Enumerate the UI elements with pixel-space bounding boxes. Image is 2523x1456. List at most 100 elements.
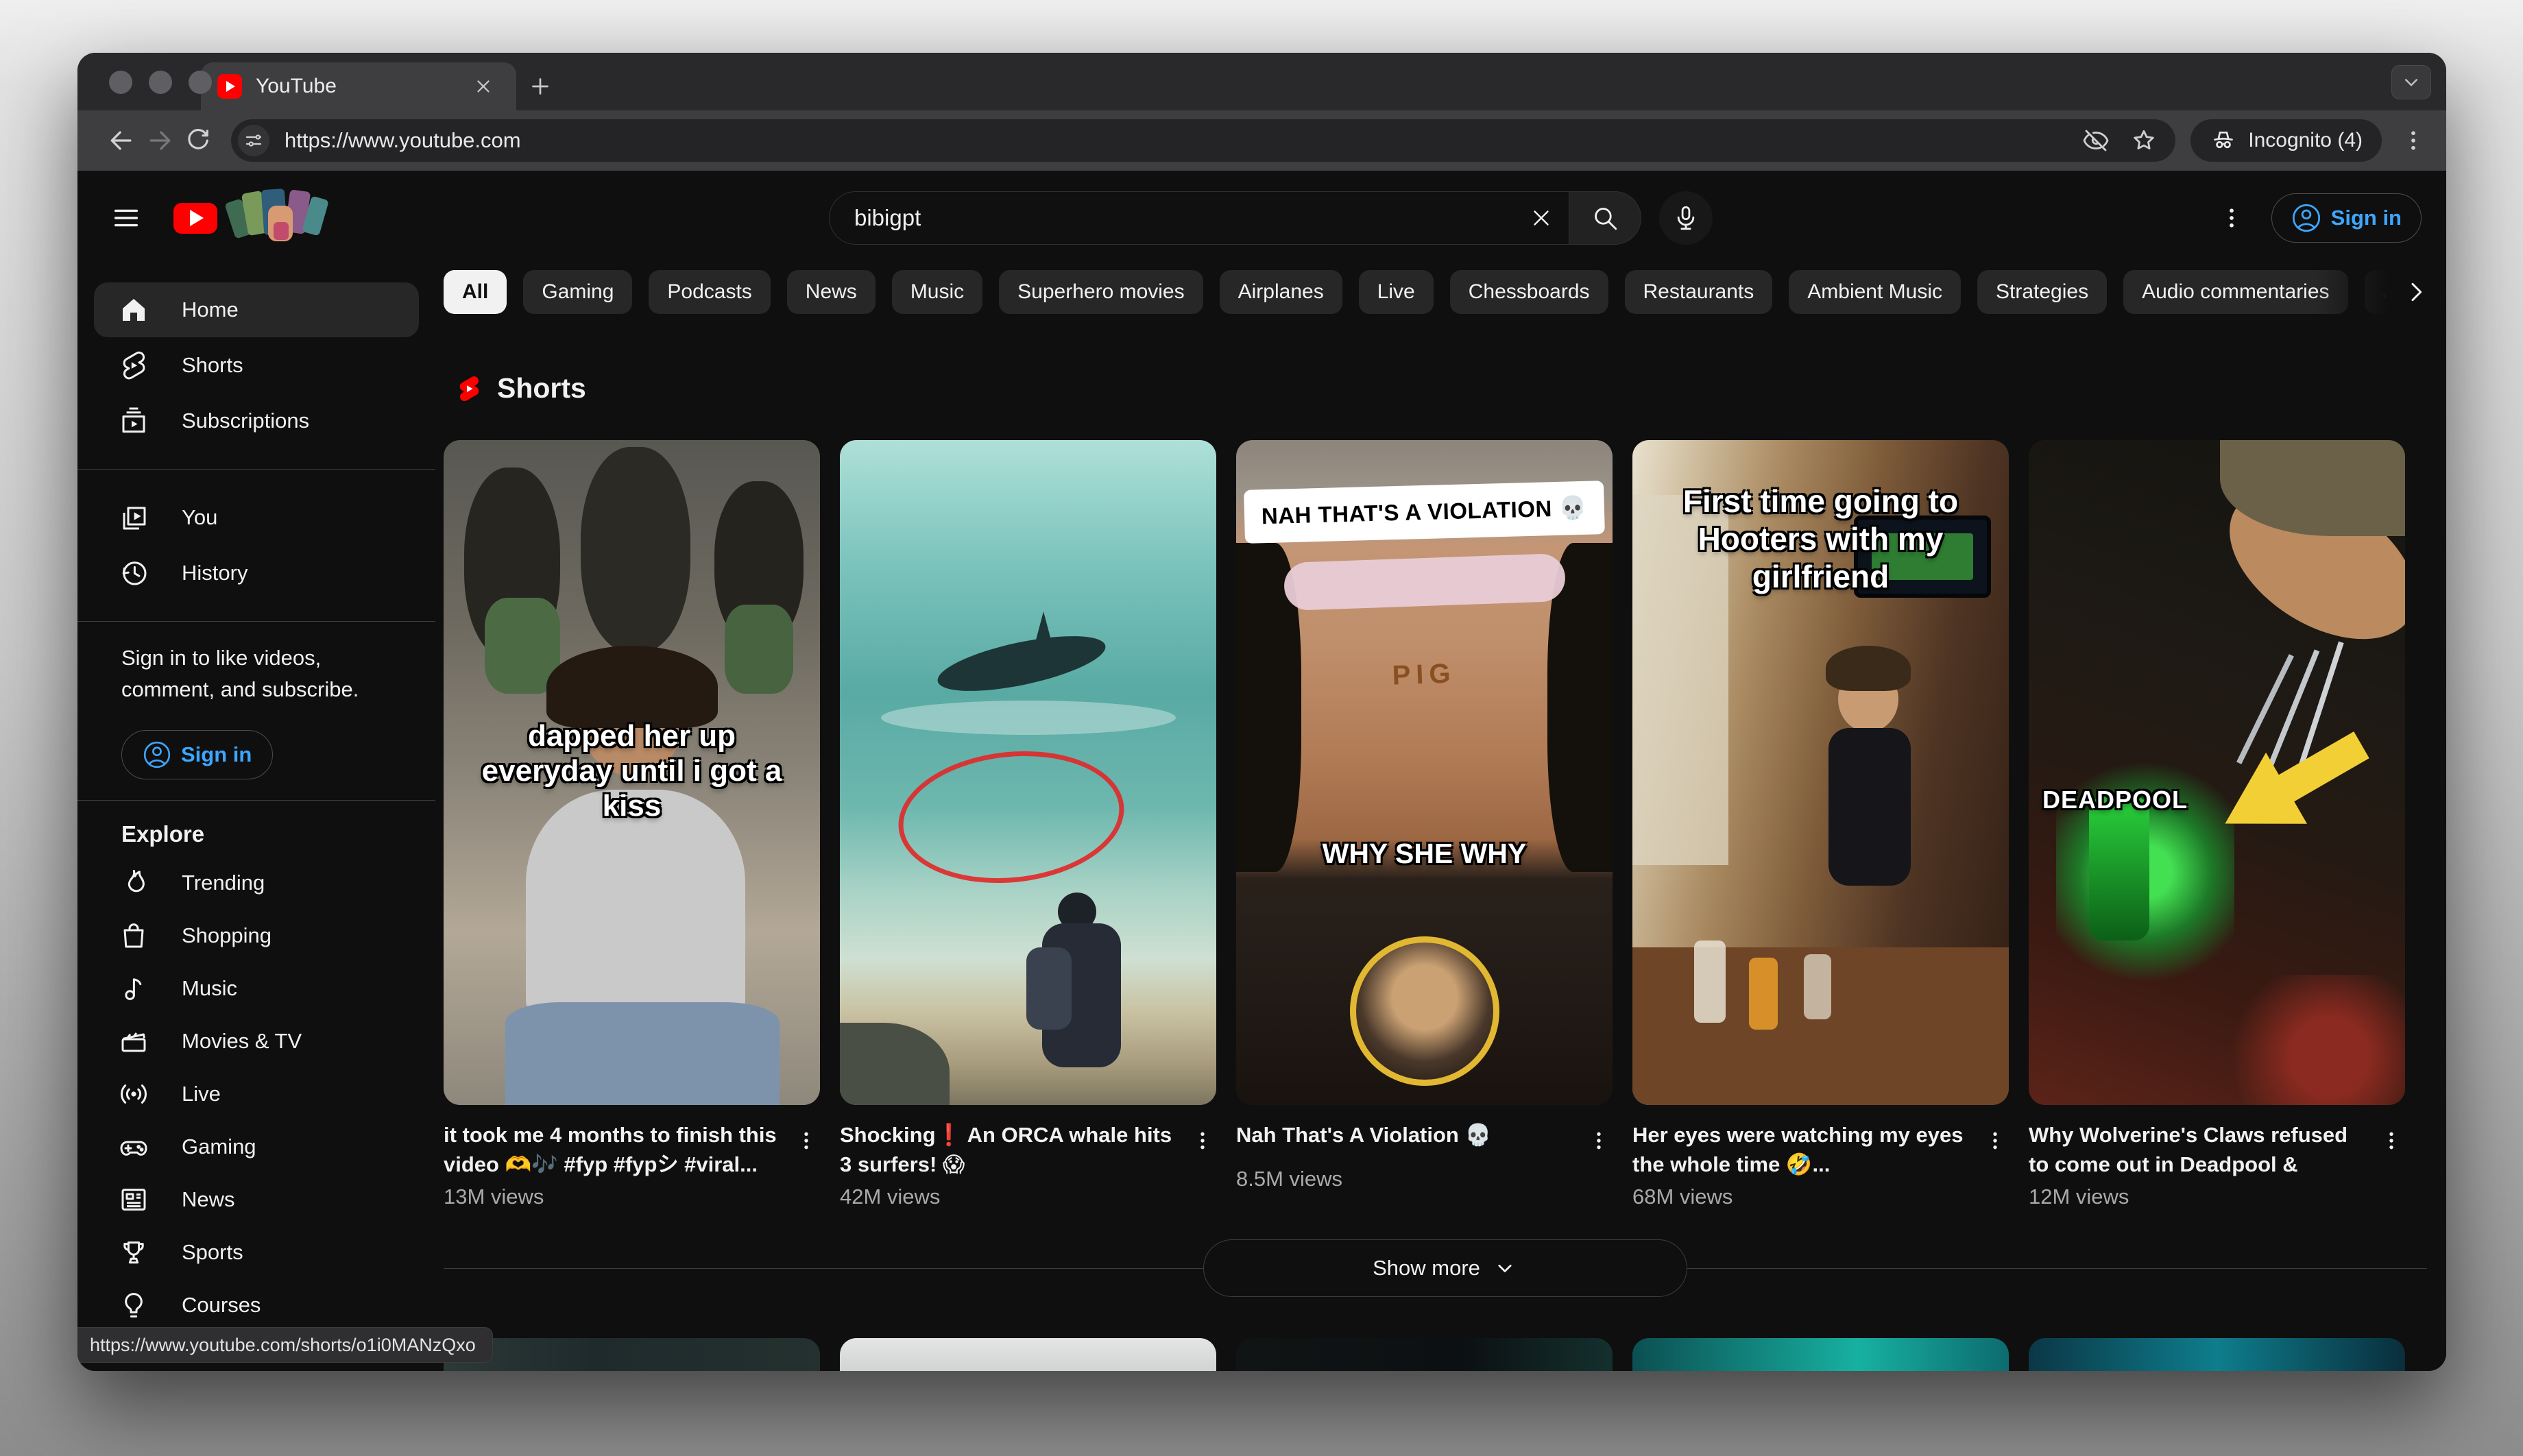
- video-title[interactable]: it took me 4 months to finish this video…: [444, 1120, 793, 1179]
- chip-audio-commentaries[interactable]: Audio commentaries: [2123, 270, 2347, 314]
- sidebar-item-news[interactable]: News: [94, 1174, 419, 1226]
- preview-disabled-eye-icon[interactable]: [2081, 125, 2111, 156]
- incognito-label: Incognito (4): [2248, 129, 2363, 152]
- sidebar-item-shopping[interactable]: Shopping: [94, 910, 419, 962]
- video-title[interactable]: Nah That's A Violation 💀: [1236, 1120, 1585, 1161]
- sidebar-item-sports[interactable]: Sports: [94, 1226, 419, 1278]
- sidebar-item-history[interactable]: History: [94, 546, 419, 600]
- header-sign-in-button[interactable]: Sign in: [2271, 193, 2422, 243]
- address-bar[interactable]: https://www.youtube.com: [231, 119, 2175, 162]
- chip-news[interactable]: News: [787, 270, 876, 314]
- shorts-thumbnail-5[interactable]: DEADPOOL: [2029, 440, 2405, 1105]
- tab-bar: YouTube: [77, 53, 2446, 110]
- shorts-thumbnail-9[interactable]: [1632, 1338, 2009, 1371]
- video-menu-kebab-icon[interactable]: [1189, 1120, 1216, 1161]
- search-field[interactable]: [829, 191, 1569, 245]
- video-title[interactable]: Why Wolverine's Claws refused to come ou…: [2029, 1120, 2378, 1179]
- chips-scroll-right-chevron-icon[interactable]: [2397, 273, 2435, 311]
- video-menu-kebab-icon[interactable]: [1981, 1120, 2009, 1161]
- back-icon[interactable]: [102, 121, 141, 160]
- browser-tab[interactable]: YouTube: [201, 62, 516, 110]
- sidebar-item-home[interactable]: Home: [94, 282, 419, 337]
- tab-search-chevron-icon[interactable]: [2391, 65, 2431, 99]
- sidebar-item-label: Shopping: [182, 923, 271, 948]
- shorts-row: dapped her up everyday until i got a kis…: [444, 440, 2446, 1209]
- chip-podcasts[interactable]: Podcasts: [649, 270, 770, 314]
- shorts-thumbnail-7[interactable]: [840, 1338, 1216, 1371]
- video-menu-kebab-icon[interactable]: [793, 1120, 820, 1161]
- sidebar-item-trending[interactable]: Trending: [94, 857, 419, 909]
- next-row-thumbnails: [444, 1338, 2446, 1371]
- chip-superhero-movies[interactable]: Superhero movies: [999, 270, 1203, 314]
- sidebar-item-movies-tv[interactable]: Movies & TV: [94, 1015, 419, 1067]
- sidebar-sign-in-button[interactable]: Sign in: [121, 730, 273, 779]
- explore-heading: Explore: [121, 821, 435, 847]
- bookmark-star-icon[interactable]: [2129, 125, 2159, 156]
- video-menu-kebab-icon[interactable]: [1585, 1120, 1613, 1161]
- new-tab-button[interactable]: [516, 62, 564, 110]
- chip-all[interactable]: All: [444, 270, 507, 314]
- video-views: 12M views: [2029, 1185, 2405, 1209]
- chip-strategies[interactable]: Strategies: [1977, 270, 2107, 314]
- close-window-button[interactable]: [109, 71, 132, 94]
- chip-chessboards[interactable]: Chessboards: [1450, 270, 1608, 314]
- chip-ambient-music[interactable]: Ambient Music: [1789, 270, 1961, 314]
- newspaper-icon: [117, 1183, 150, 1216]
- youtube-play-icon: [173, 203, 217, 234]
- video-title[interactable]: Her eyes were watching my eyes the whole…: [1632, 1120, 1981, 1179]
- sidebar-item-courses[interactable]: Courses: [94, 1279, 419, 1331]
- sidebar-item-you[interactable]: You: [94, 490, 419, 545]
- shorts-section-header: Shorts: [453, 372, 2446, 404]
- shorts-thumbnail-8[interactable]: [1236, 1338, 1613, 1371]
- shorts-card-5: DEADPOOL Why Wolverine's Claws refused t…: [2029, 440, 2405, 1209]
- close-tab-icon[interactable]: [467, 70, 500, 103]
- shorts-thumbnail-6[interactable]: [444, 1338, 820, 1371]
- sidebar-item-subscriptions[interactable]: Subscriptions: [94, 393, 419, 448]
- forward-icon[interactable]: [141, 121, 179, 160]
- browser-menu-kebab-icon[interactable]: [2398, 120, 2428, 161]
- voice-search-mic-icon[interactable]: [1659, 191, 1713, 245]
- minimize-window-button[interactable]: [149, 71, 172, 94]
- sidebar-item-label: History: [182, 561, 248, 585]
- shopping-bag-icon: [117, 919, 150, 952]
- site-info-icon[interactable]: [238, 125, 269, 156]
- person-icon: [2291, 203, 2321, 233]
- sidebar-item-live[interactable]: Live: [94, 1068, 419, 1120]
- sign-in-label: Sign in: [181, 742, 252, 767]
- sidebar-divider: [77, 469, 435, 470]
- sidebar-item-music[interactable]: Music: [94, 962, 419, 1015]
- shorts-thumbnail-2[interactable]: [840, 440, 1216, 1105]
- sidebar-divider: [77, 800, 435, 801]
- chip-airplanes[interactable]: Airplanes: [1220, 270, 1342, 314]
- settings-kebab-icon[interactable]: [2217, 197, 2247, 239]
- clear-search-icon[interactable]: [1521, 197, 1562, 239]
- shorts-thumbnail-10[interactable]: [2029, 1338, 2405, 1371]
- shorts-thumbnail-1[interactable]: dapped her up everyday until i got a kis…: [444, 440, 820, 1105]
- video-title[interactable]: Shocking❗ An ORCA whale hits 3 surfers! …: [840, 1120, 1189, 1179]
- sidebar-item-label: Shorts: [182, 353, 243, 378]
- sidebar-item-gaming[interactable]: Gaming: [94, 1121, 419, 1173]
- chip-restaurants[interactable]: Restaurants: [1625, 270, 1773, 314]
- chip-live[interactable]: Live: [1359, 270, 1434, 314]
- address-url[interactable]: https://www.youtube.com: [285, 128, 2081, 153]
- shorts-thumbnail-4[interactable]: First time going to Hooters with my girl…: [1632, 440, 2009, 1105]
- tab-title: YouTube: [256, 75, 467, 98]
- youtube-logo[interactable]: [173, 186, 331, 250]
- guide-hamburger-icon[interactable]: [102, 194, 150, 242]
- sidebar-item-shorts[interactable]: Shorts: [94, 338, 419, 393]
- search-input[interactable]: [853, 204, 1521, 232]
- youtube-masthead: Sign in: [77, 171, 2446, 265]
- sidebar: Home Shorts Subscriptions You: [77, 265, 435, 1371]
- chip-music[interactable]: Music: [892, 270, 982, 314]
- show-more-button[interactable]: Show more: [1203, 1239, 1687, 1297]
- shorts-thumbnail-3[interactable]: NAH THAT'S A VIOLATION 💀 PIG WHY SHE WHY: [1236, 440, 1613, 1105]
- chip-gaming[interactable]: Gaming: [523, 270, 632, 314]
- live-broadcast-icon: [117, 1078, 150, 1111]
- incognito-badge[interactable]: Incognito (4): [2190, 119, 2382, 162]
- reload-icon[interactable]: [179, 121, 217, 160]
- video-menu-kebab-icon[interactable]: [2378, 1120, 2405, 1161]
- zoom-window-button[interactable]: [189, 71, 212, 94]
- sidebar-item-label: Music: [182, 976, 237, 1001]
- sidebar-item-label: You: [182, 505, 217, 530]
- search-button[interactable]: [1569, 191, 1641, 245]
